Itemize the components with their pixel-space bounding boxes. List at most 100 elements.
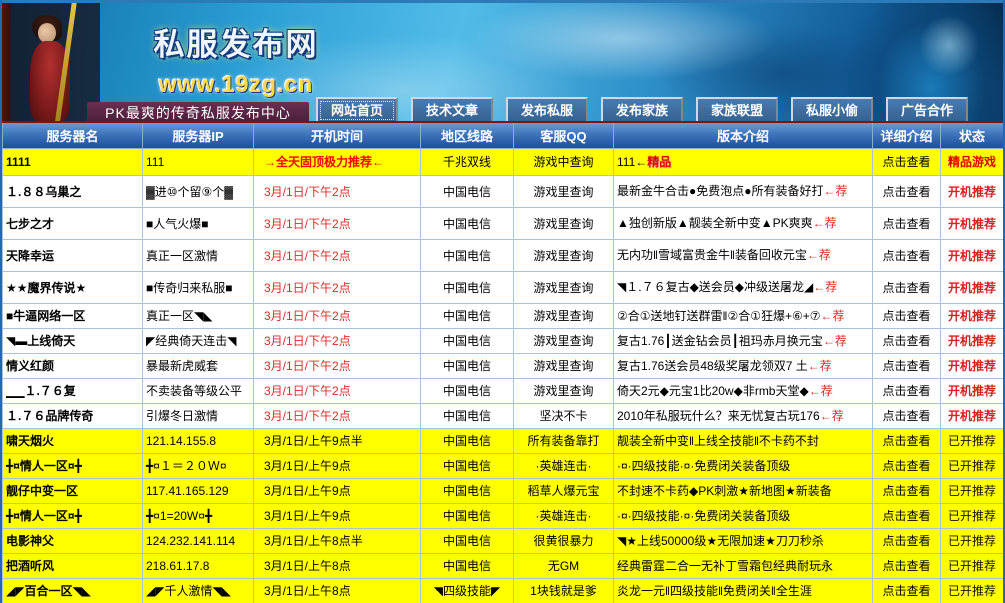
server-list-table: 服务器名服务器IP开机时间地区线路客服QQ版本介绍详细介绍状态 1111 111… — [2, 123, 1004, 603]
table-row: １.８８乌巢之 ▓进⑩个留⑨个▓ 3月/1日/下午2点 中国电信 游戏里查询 最… — [3, 175, 1004, 207]
version-text: 倚天2元◆元宝1比20w◆非rmb天堂◆ — [617, 384, 809, 398]
server-name-link[interactable]: １.８８乌巢之 — [3, 175, 143, 207]
region-line-cell: 中国电信 — [421, 271, 514, 303]
server-ip-cell: ╋¤１＝２０Ｗ¤ — [143, 453, 254, 478]
server-name-link[interactable]: ◢◤百合一区◥◣ — [3, 578, 143, 603]
server-name-link[interactable]: ★★魔界传说★ — [3, 271, 143, 303]
region-line-cell: 中国电信 — [421, 353, 514, 378]
version-link[interactable]: 111←精品 — [614, 148, 873, 175]
version-text: 111← — [617, 155, 647, 169]
detail-link[interactable]: 点击查看 — [873, 503, 941, 528]
server-name-link[interactable]: 啸天烟火 — [3, 428, 143, 453]
server-ip-cell: 117.41.165.129 — [143, 478, 254, 503]
server-name-link[interactable]: ◥▬上线倚天 — [3, 328, 143, 353]
service-qq-cell: 游戏里查询 — [514, 175, 614, 207]
column-header: 详细介绍 — [873, 123, 941, 148]
version-link[interactable]: ·¤·四级技能·¤·免费闭关装备顶级 — [614, 453, 873, 478]
version-link[interactable]: ◥１.７６复古◆送会员◆冲级送屠龙◢←荐 — [614, 271, 873, 303]
version-link[interactable]: 无内功‖雪域富贵金牛‖装备回收元宝←荐 — [614, 239, 873, 271]
server-name-link[interactable]: １.７６品牌传奇 — [3, 403, 143, 428]
server-name-link[interactable]: ▁▁１.７６复 — [3, 378, 143, 403]
recommend-arrow: ←荐 — [823, 334, 847, 348]
open-time-cell: 3月/1日/下午2点 — [254, 353, 421, 378]
detail-link[interactable]: 点击查看 — [873, 148, 941, 175]
version-link[interactable]: ②合①送地钉送群雷‖②合①狂爆+⑥+⑦←荐 — [614, 303, 873, 328]
version-text: 最新金牛合击●免费泡点●所有装备好打 — [617, 184, 824, 198]
version-link[interactable]: ·¤·四级技能·¤·免费闭关装备顶级 — [614, 503, 873, 528]
nav-button-6[interactable]: 广告合作 — [886, 97, 968, 121]
server-name-link[interactable]: 情义红颜 — [3, 353, 143, 378]
service-qq-cell: 稻草人爆元宝 — [514, 478, 614, 503]
version-link[interactable]: 复古1.76送会员48级奖屠龙领双7 土←荐 — [614, 353, 873, 378]
region-line-cell: 中国电信 — [421, 503, 514, 528]
detail-link[interactable]: 点击查看 — [873, 453, 941, 478]
server-ip-cell: 218.61.17.8 — [143, 553, 254, 578]
column-header: 开机时间 — [254, 123, 421, 148]
version-link[interactable]: 经典雷霆二合一无补丁雪霜包经典耐玩永 — [614, 553, 873, 578]
main-nav: 网站首页技术文章发布私服发布家族家族联盟私服小偷广告合作 — [316, 97, 968, 121]
detail-link[interactable]: 点击查看 — [873, 239, 941, 271]
server-name-link[interactable]: 1111 — [3, 148, 143, 175]
table-row: ■牛逼网络一区 真正一区◥◣ 3月/1日/下午2点 中国电信 游戏里查询 ②合①… — [3, 303, 1004, 328]
recommend-arrow: ←荐 — [813, 216, 837, 230]
detail-link[interactable]: 点击查看 — [873, 303, 941, 328]
detail-link[interactable]: 点击查看 — [873, 578, 941, 603]
version-link[interactable]: 倚天2元◆元宝1比20w◆非rmb天堂◆←荐 — [614, 378, 873, 403]
server-name-link[interactable]: 天降幸运 — [3, 239, 143, 271]
column-header: 状态 — [941, 123, 1004, 148]
detail-link[interactable]: 点击查看 — [873, 528, 941, 553]
version-link[interactable]: ▲独创新版▲靓装全新中变▲PK爽爽←荐 — [614, 207, 873, 239]
nav-button-3[interactable]: 发布家族 — [601, 97, 683, 121]
service-qq-cell: 无GM — [514, 553, 614, 578]
detail-link[interactable]: 点击查看 — [873, 271, 941, 303]
region-line-cell: 中国电信 — [421, 403, 514, 428]
site-banner: 私服发布网 www.19zg.cn PK最爽的传奇私服发布中心 网站首页技术文章… — [2, 0, 1003, 121]
server-name-link[interactable]: ■牛逼网络一区 — [3, 303, 143, 328]
detail-link[interactable]: 点击查看 — [873, 378, 941, 403]
status-cell: 开机推荐 — [941, 403, 1004, 428]
detail-link[interactable]: 点击查看 — [873, 553, 941, 578]
detail-link[interactable]: 点击查看 — [873, 478, 941, 503]
version-text: 炎龙一元‖四级技能‖免费闭关‖全生涯 — [617, 584, 812, 598]
detail-link[interactable]: 点击查看 — [873, 175, 941, 207]
version-link[interactable]: 复古1.76┃送金钻会员┃祖玛赤月换元宝←荐 — [614, 328, 873, 353]
version-link[interactable]: 不封速不卡药◆PK刺激★新地图★新装备 — [614, 478, 873, 503]
site-logo[interactable]: 私服发布网 www.19zg.cn — [106, 19, 366, 98]
version-link[interactable]: ◥★上线50000级★无限加速★刀刀秒杀 — [614, 528, 873, 553]
version-text: 复古1.76送会员48级奖屠龙领双7 土 — [617, 359, 808, 373]
service-qq-cell: 坚决不卡 — [514, 403, 614, 428]
detail-link[interactable]: 点击查看 — [873, 428, 941, 453]
detail-link[interactable]: 点击查看 — [873, 328, 941, 353]
nav-button-2[interactable]: 发布私服 — [506, 97, 588, 121]
version-link[interactable]: 2010年私服玩什么？来无忧复古玩176←荐 — [614, 403, 873, 428]
open-time-cell: 3月/1日/下午2点 — [254, 378, 421, 403]
server-name-link[interactable]: ╋¤情人一区¤╋ — [3, 453, 143, 478]
column-header: 版本介绍 — [614, 123, 873, 148]
server-name-link[interactable]: 把酒听风 — [3, 553, 143, 578]
status-cell: 开机推荐 — [941, 271, 1004, 303]
table-row: 靓仔中变一区 117.41.165.129 3月/1日/上午9点 中国电信 稻草… — [3, 478, 1004, 503]
detail-link[interactable]: 点击查看 — [873, 353, 941, 378]
table-row: 情义红颜 暴最新虎威套 3月/1日/下午2点 中国电信 游戏里查询 复古1.76… — [3, 353, 1004, 378]
region-line-cell: 千兆双线 — [421, 148, 514, 175]
nav-button-5[interactable]: 私服小偷 — [791, 97, 873, 121]
server-name-link[interactable]: 电影神父 — [3, 528, 143, 553]
version-text: ·¤·四级技能·¤·免费闭关装备顶级 — [617, 509, 790, 523]
table-row: 电影神父 124.232.141.114 3月/1日/上午8点半 中国电信 很黄… — [3, 528, 1004, 553]
server-name-link[interactable]: 靓仔中变一区 — [3, 478, 143, 503]
detail-link[interactable]: 点击查看 — [873, 403, 941, 428]
column-header: 地区线路 — [421, 123, 514, 148]
nav-button-0[interactable]: 网站首页 — [316, 97, 398, 121]
version-link[interactable]: 最新金牛合击●免费泡点●所有装备好打←荐 — [614, 175, 873, 207]
server-name-link[interactable]: 七步之才 — [3, 207, 143, 239]
open-time-cell: →全天固顶极力推荐← — [254, 148, 421, 175]
detail-link[interactable]: 点击查看 — [873, 207, 941, 239]
open-time-cell: 3月/1日/上午9点 — [254, 453, 421, 478]
nav-button-1[interactable]: 技术文章 — [411, 97, 493, 121]
version-link[interactable]: 靓装全新中变‖上线全技能‖不卡药不封 — [614, 428, 873, 453]
region-line-cell: 中国电信 — [421, 207, 514, 239]
service-qq-cell: 游戏里查询 — [514, 239, 614, 271]
server-name-link[interactable]: ╋¤情人一区¤╋ — [3, 503, 143, 528]
version-link[interactable]: 炎龙一元‖四级技能‖免费闭关‖全生涯 — [614, 578, 873, 603]
nav-button-4[interactable]: 家族联盟 — [696, 97, 778, 121]
